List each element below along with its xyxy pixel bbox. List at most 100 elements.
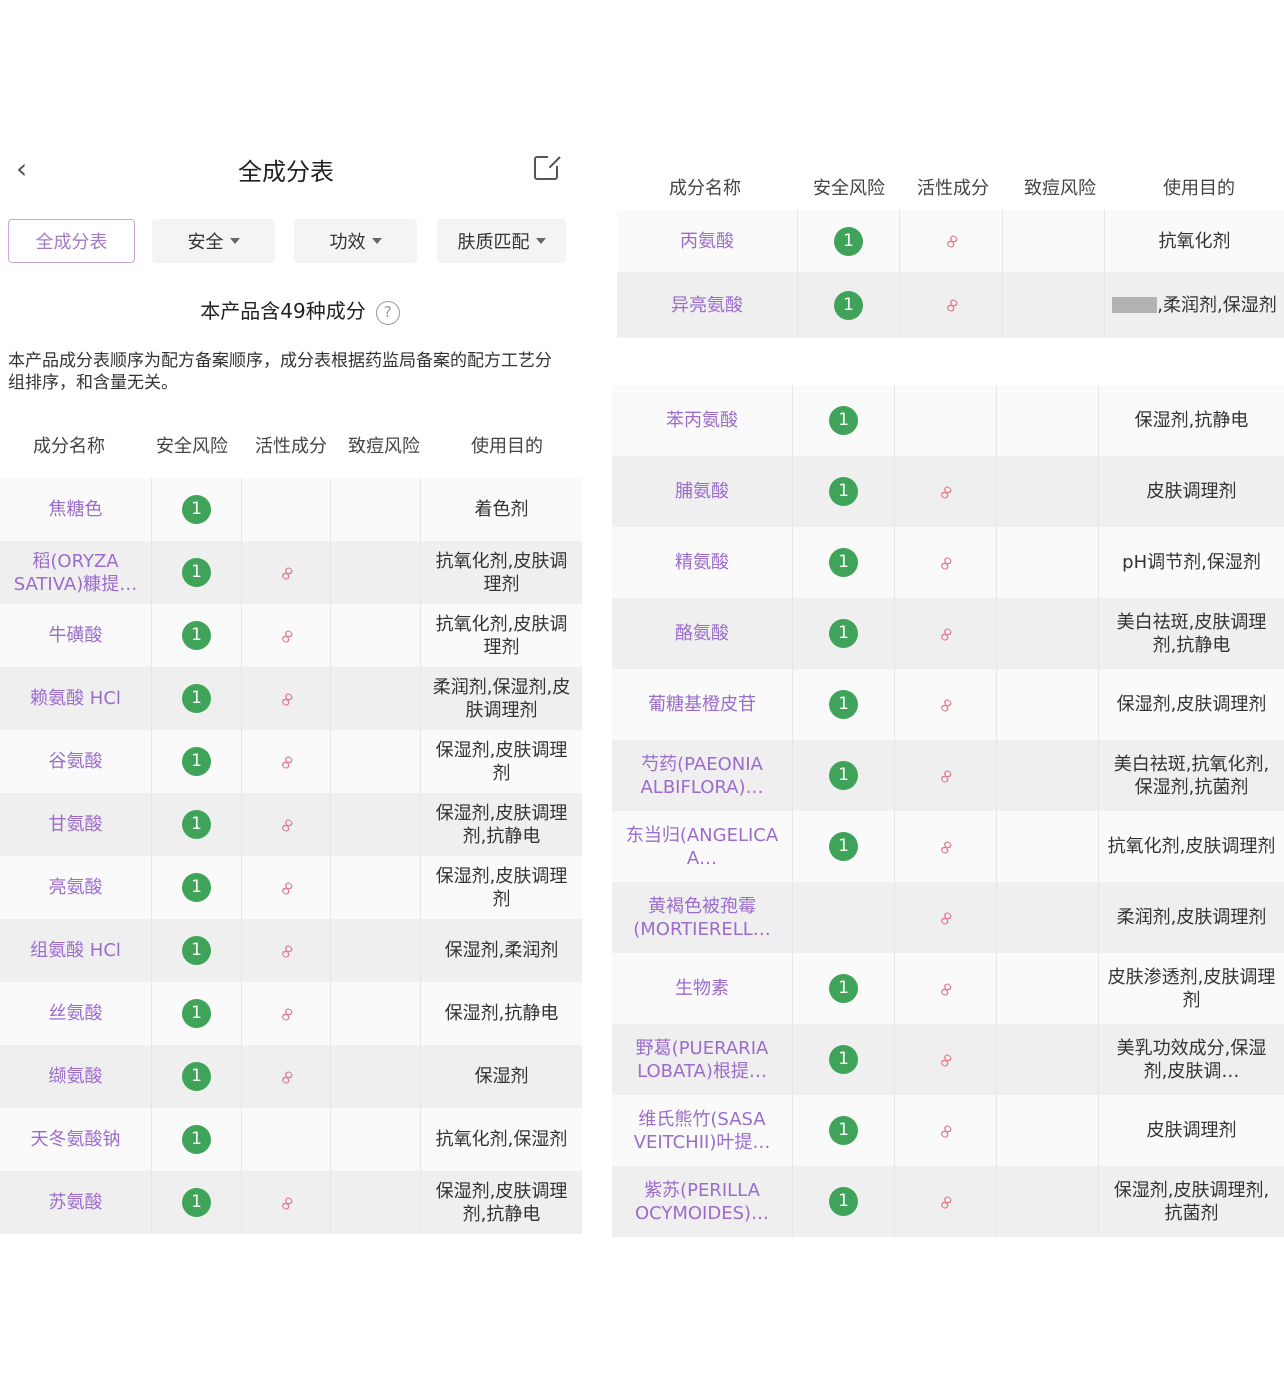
molecule-icon: ∞ [271, 748, 301, 775]
table-row[interactable]: 生物素 1 ∞ 皮肤渗透剂,皮肤调理剂 [612, 953, 1284, 1024]
tab-label: 全成分表 [35, 232, 108, 253]
right-ingredient-table: 苯丙氨酸 1 保湿剂,抗静电 脯氨酸 1 ∞ 皮肤调理剂 精氨酸 1 ∞ pH调节剂,保湿剂 酪氨酸 1… [612, 385, 1284, 1237]
table-row[interactable]: 精氨酸 1 ∞ pH调节剂,保湿剂 [612, 527, 1284, 598]
table-row[interactable]: 谷氨酸 1 ∞ 保湿剂,皮肤调理剂 [0, 730, 582, 793]
safety-badge: 1 [182, 747, 211, 776]
table-row[interactable]: 脯氨酸 1 ∞ 皮肤调理剂 [612, 456, 1284, 527]
caret-down-icon [371, 238, 382, 244]
ingredient-name[interactable]: 稻(ORYZA SATIVA)糠提… [0, 541, 152, 604]
help-icon[interactable]: ? [375, 300, 400, 325]
acne-risk-cell [331, 541, 421, 604]
safety-badge: 1 [829, 832, 858, 861]
table-row[interactable]: 赖氨酸 HCl 1 ∞ 柔润剂,保湿剂,皮肤调理剂 [0, 667, 582, 730]
ingredient-name[interactable]: 丙氨酸 [617, 210, 798, 272]
ingredient-name[interactable]: 牛磺酸 [0, 604, 152, 667]
acne-risk-cell [997, 740, 1099, 811]
table-row[interactable]: 稻(ORYZA SATIVA)糠提… 1 ∞ 抗氧化剂,皮肤调理剂 [0, 541, 582, 604]
table-row[interactable]: 紫苏(PERILLA OCYMOIDES)… 1 ∞ 保湿剂,皮肤调理剂,抗菌剂 [612, 1166, 1284, 1237]
active-ingredient-cell: ∞ [242, 541, 331, 604]
table-row[interactable]: 芍药(PAEONIA ALBIFLORA)… 1 ∞ 美白祛斑,抗氧化剂,保湿剂,抗菌… [612, 740, 1284, 811]
right-top-table: 丙氨酸 1 ∞ 抗氧化剂 异亮氨酸 1 ∞ ,柔润剂,保湿剂 [617, 210, 1284, 338]
safety-badge: 1 [829, 761, 858, 790]
usage-purpose: pH调节剂,保湿剂 [1122, 552, 1261, 573]
tab-skin-match[interactable]: 肤质匹配 [437, 219, 566, 263]
safety-risk-cell: 1 [152, 730, 242, 793]
acne-risk-cell [331, 1171, 421, 1234]
safety-badge: 1 [182, 1062, 211, 1091]
table-row[interactable]: 甘氨酸 1 ∞ 保湿剂,皮肤调理剂,抗静电 [0, 793, 582, 856]
table-row[interactable]: 缬氨酸 1 ∞ 保湿剂 [0, 1045, 582, 1108]
ingredient-name[interactable]: 脯氨酸 [612, 456, 793, 527]
ingredient-name[interactable]: 紫苏(PERILLA OCYMOIDES)… [612, 1166, 793, 1237]
usage-purpose: 美白祛斑,皮肤调理剂,抗静电 [1116, 611, 1267, 656]
acne-risk-cell [997, 598, 1099, 669]
table-row[interactable]: 葡糖基橙皮苷 1 ∞ 保湿剂,皮肤调理剂 [612, 669, 1284, 740]
safety-badge: 1 [182, 495, 211, 524]
ingredient-name[interactable]: 天冬氨酸钠 [0, 1108, 152, 1171]
table-row[interactable]: 异亮氨酸 1 ∞ ,柔润剂,保湿剂 [617, 272, 1284, 338]
tab-efficacy[interactable]: 功效 [294, 219, 417, 263]
column-header: 使用目的 [1163, 178, 1235, 199]
table-row[interactable]: 黄褐色被孢霉(MORTIERELL… ∞ 柔润剂,皮肤调理剂 [612, 882, 1284, 953]
active-ingredient-cell: ∞ [242, 730, 331, 793]
ingredient-name[interactable]: 生物素 [612, 953, 793, 1024]
ingredient-name[interactable]: 黄褐色被孢霉(MORTIERELL… [612, 882, 793, 953]
ingredient-name[interactable]: 葡糖基橙皮苷 [612, 669, 793, 740]
active-ingredient-cell: ∞ [895, 811, 997, 882]
table-row[interactable]: 丙氨酸 1 ∞ 抗氧化剂 [617, 210, 1284, 272]
tab-safety[interactable]: 安全 [152, 219, 275, 263]
table-row[interactable]: 丝氨酸 1 ∞ 保湿剂,抗静电 [0, 982, 582, 1045]
ingredient-name[interactable]: 苏氨酸 [0, 1171, 152, 1234]
acne-risk-cell [997, 669, 1099, 740]
safety-badge: 1 [829, 974, 858, 1003]
share-icon[interactable] [534, 154, 561, 180]
table-row[interactable]: 亮氨酸 1 ∞ 保湿剂,皮肤调理剂 [0, 856, 582, 919]
ingredient-name[interactable]: 维氏熊竹(SASA VEITCHII)叶提… [612, 1095, 793, 1166]
acne-risk-cell [997, 527, 1099, 598]
ingredient-name[interactable]: 芍药(PAEONIA ALBIFLORA)… [612, 740, 793, 811]
right-table-header: 成分名称 安全风险 活性成分 致痘风险 使用目的 [612, 172, 1284, 202]
active-ingredient-cell: ∞ [895, 598, 997, 669]
molecule-icon: ∞ [271, 559, 301, 586]
molecule-icon: ∞ [271, 1000, 301, 1027]
usage-purpose: 保湿剂,皮肤调理剂,抗静电 [435, 802, 568, 847]
ingredient-name[interactable]: 东当归(ANGELICA A… [612, 811, 793, 882]
tab-label: 安全 [187, 232, 224, 253]
table-row[interactable]: 维氏熊竹(SASA VEITCHII)叶提… 1 ∞ 皮肤调理剂 [612, 1095, 1284, 1166]
table-row[interactable]: 组氨酸 HCl 1 ∞ 保湿剂,柔润剂 [0, 919, 582, 982]
acne-risk-cell [331, 1045, 421, 1108]
ingredient-name[interactable]: 甘氨酸 [0, 793, 152, 856]
ingredient-name[interactable]: 谷氨酸 [0, 730, 152, 793]
safety-risk-cell: 1 [793, 598, 895, 669]
molecule-icon: ∞ [930, 833, 961, 860]
ingredient-name[interactable]: 焦糖色 [0, 478, 152, 541]
table-row[interactable]: 苯丙氨酸 1 保湿剂,抗静电 [612, 385, 1284, 456]
acne-risk-cell [1003, 210, 1105, 272]
table-row[interactable]: 牛磺酸 1 ∞ 抗氧化剂,皮肤调理剂 [0, 604, 582, 667]
table-row[interactable]: 天冬氨酸钠 1 抗氧化剂,保湿剂 [0, 1108, 582, 1171]
acne-risk-cell [331, 793, 421, 856]
acne-risk-cell [997, 1024, 1099, 1095]
ingredient-name[interactable]: 异亮氨酸 [617, 272, 798, 338]
ingredient-name[interactable]: 赖氨酸 HCl [0, 667, 152, 730]
active-ingredient-cell: ∞ [242, 793, 331, 856]
table-row[interactable]: 苏氨酸 1 ∞ 保湿剂,皮肤调理剂,抗静电 [0, 1171, 582, 1234]
ingredient-name[interactable]: 野葛(PUERARIA LOBATA)根提… [612, 1024, 793, 1095]
acne-risk-cell [331, 604, 421, 667]
ingredient-name[interactable]: 缬氨酸 [0, 1045, 152, 1108]
ingredient-name[interactable]: 组氨酸 HCl [0, 919, 152, 982]
usage-purpose: 保湿剂,皮肤调理剂,抗菌剂 [1113, 1179, 1270, 1224]
ingredient-name[interactable]: 精氨酸 [612, 527, 793, 598]
molecule-icon: ∞ [930, 762, 961, 789]
ingredient-name[interactable]: 酪氨酸 [612, 598, 793, 669]
acne-risk-cell [331, 1108, 421, 1171]
ingredient-name[interactable]: 亮氨酸 [0, 856, 152, 919]
ingredient-name[interactable]: 苯丙氨酸 [612, 385, 793, 456]
molecule-icon: ∞ [930, 975, 961, 1002]
table-row[interactable]: 野葛(PUERARIA LOBATA)根提… 1 ∞ 美乳功效成分,保湿剂,皮肤调… [612, 1024, 1284, 1095]
tab-all-ingredients[interactable]: 全成分表 [8, 219, 135, 263]
ingredient-name[interactable]: 丝氨酸 [0, 982, 152, 1045]
table-row[interactable]: 焦糖色 1 着色剂 [0, 478, 582, 541]
table-row[interactable]: 酪氨酸 1 ∞ 美白祛斑,皮肤调理剂,抗静电 [612, 598, 1284, 669]
table-row[interactable]: 东当归(ANGELICA A… 1 ∞ 抗氧化剂,皮肤调理剂 [612, 811, 1284, 882]
